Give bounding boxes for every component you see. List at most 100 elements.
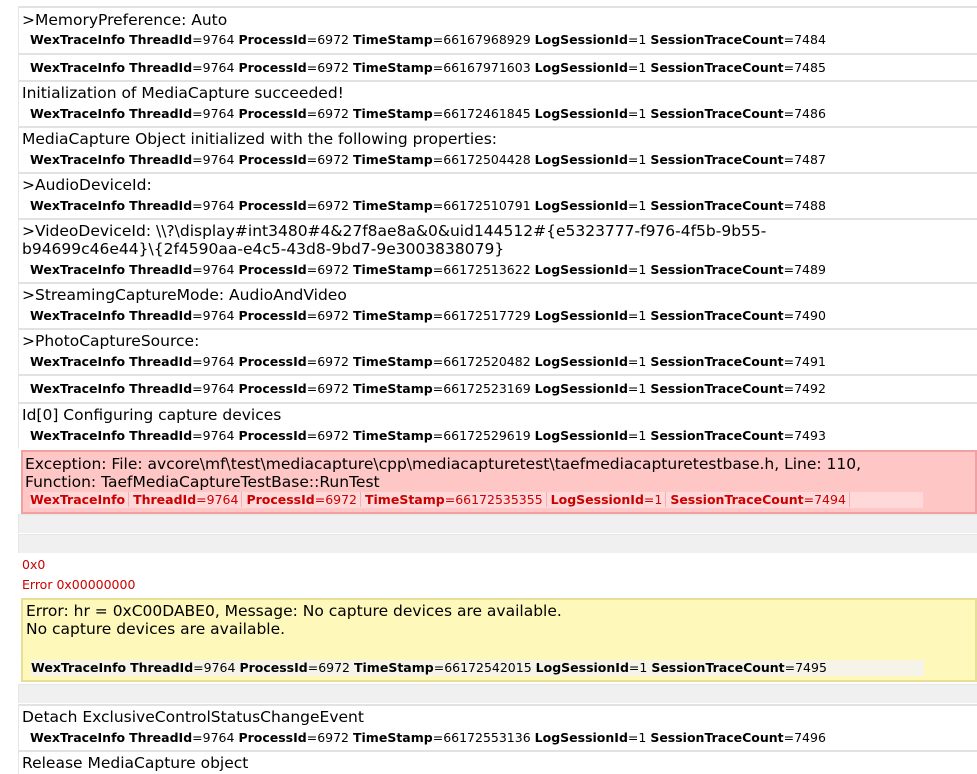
logsessionid-value: 1 [638,354,647,369]
logsessionid-value: 1 [638,308,647,323]
trace-label: WexTraceInfo [30,262,126,277]
timestamp-value: 66172542015 [444,660,532,675]
field-timestamp: TimeStamp [353,32,433,47]
log-message: >PhotoCaptureSource: [22,332,200,350]
log-entry: >MemoryPreference: Auto WexTraceInfo Thr… [18,6,977,53]
field-sessiontracecount: SessionTraceCount [650,152,784,167]
field-processid: ProcessId [238,262,307,277]
exception-entry: Exception: File: avcore\mf\test\mediacap… [21,450,977,514]
trace-label: WexTraceInfo [30,492,126,507]
log-message: Release MediaCapture object [22,754,249,772]
field-timestamp: TimeStamp [353,308,433,323]
trace-info: WexTraceInfo ThreadId=9764 ProcessId=697… [30,428,826,443]
field-logsessionid: LogSessionId [534,60,628,75]
field-logsessionid: LogSessionId [535,660,629,675]
processid-value: 6972 [317,354,350,369]
field-sessiontracecount: SessionTraceCount [650,262,784,277]
field-processid: ProcessId [238,152,307,167]
trace-label: WexTraceInfo [30,354,126,369]
field-logsessionid: LogSessionId [550,492,644,507]
sessiontracecount-value: 7490 [794,308,826,323]
threadid-value: 9764 [203,660,236,675]
field-logsessionid: LogSessionId [534,32,628,47]
trace-info: WexTraceInfo ThreadId=9764 ProcessId=697… [30,354,826,369]
field-timestamp: TimeStamp [353,106,433,121]
field-timestamp: TimeStamp [354,660,434,675]
field-timestamp: TimeStamp [365,492,445,507]
sessiontracecount-value: 7493 [794,428,826,443]
log-message: MediaCapture Object initialized with the… [22,130,497,148]
field-sessiontracecount: SessionTraceCount [650,308,784,323]
log-entry: WexTraceInfo ThreadId=9764 ProcessId=697… [18,53,977,83]
field-threadid: ThreadId [129,262,193,277]
sessiontracecount-value: 7492 [794,381,826,396]
field-processid: ProcessId [238,428,307,443]
logsessionid-value: 1 [638,60,647,75]
field-sessiontracecount: SessionTraceCount [650,730,784,745]
error-message: Error: hr = 0xC00DABE0, Message: No capt… [26,602,562,638]
field-logsessionid: LogSessionId [534,428,628,443]
logsessionid-value: 1 [638,381,647,396]
log-entry: Initialization of MediaCapture succeeded… [18,80,977,126]
logsessionid-value: 1 [639,660,648,675]
trace-info: WexTraceInfo ThreadId=9764 ProcessId=697… [30,492,923,508]
sessiontracecount-value: 7485 [794,60,826,75]
processid-value: 6972 [317,198,350,213]
blank-row [18,514,977,533]
field-sessiontracecount: SessionTraceCount [670,492,804,507]
return-value-line: 0x0 [22,557,46,572]
field-threadid: ThreadId [129,354,193,369]
trace-info: WexTraceInfo ThreadId=9764 ProcessId=697… [30,730,826,745]
field-timestamp: TimeStamp [353,730,433,745]
field-timestamp: TimeStamp [353,262,433,277]
log-entry: Detach ExclusiveControlStatusChangeEvent… [18,704,977,750]
trace-label: WexTraceInfo [31,660,127,675]
threadid-value: 9764 [202,262,235,277]
trace-info: WexTraceInfo ThreadId=9764 ProcessId=697… [30,262,826,277]
exception-message: Exception: File: avcore\mf\test\mediacap… [25,455,862,491]
error-entry: Error: hr = 0xC00DABE0, Message: No capt… [21,598,977,682]
timestamp-value: 66172553136 [443,730,531,745]
field-processid: ProcessId [238,198,307,213]
field-timestamp: TimeStamp [353,152,433,167]
log-message: Detach ExclusiveControlStatusChangeEvent [22,708,364,726]
field-logsessionid: LogSessionId [534,152,628,167]
field-processid: ProcessId [238,32,307,47]
field-timestamp: TimeStamp [353,60,433,75]
timestamp-value: 66172535355 [455,492,543,507]
threadid-value: 9764 [202,354,235,369]
threadid-value: 9764 [202,428,235,443]
field-processid: ProcessId [246,492,315,507]
trace-label: WexTraceInfo [30,32,126,47]
sessiontracecount-value: 7487 [794,152,826,167]
field-logsessionid: LogSessionId [534,198,628,213]
threadid-value: 9764 [202,60,235,75]
processid-value: 6972 [317,308,350,323]
field-sessiontracecount: SessionTraceCount [650,60,784,75]
field-threadid: ThreadId [129,428,193,443]
timestamp-value: 66172529619 [443,428,531,443]
logsessionid-value: 1 [638,152,647,167]
log-entry: >VideoDeviceId: \\?\display#int3480#4&27… [18,218,977,282]
processid-value: 6972 [318,660,351,675]
blank-row [18,684,977,703]
processid-value: 6972 [317,152,350,167]
trace-info: WexTraceInfo ThreadId=9764 ProcessId=697… [30,32,826,47]
field-threadid: ThreadId [129,308,193,323]
field-processid: ProcessId [238,381,307,396]
sessiontracecount-value: 7484 [794,32,826,47]
field-timestamp: TimeStamp [353,198,433,213]
log-entry: >AudioDeviceId: WexTraceInfo ThreadId=97… [18,172,977,218]
log-message: Initialization of MediaCapture succeeded… [22,84,344,102]
timestamp-value: 66172513622 [443,262,531,277]
log-entry: MediaCapture Object initialized with the… [18,126,977,172]
log-entry: Id[0] Configuring capture devices WexTra… [18,402,977,448]
field-threadid: ThreadId [129,381,193,396]
field-threadid: ThreadId [129,198,193,213]
logsessionid-value: 1 [638,730,647,745]
field-threadid: ThreadId [129,152,193,167]
field-processid: ProcessId [238,60,307,75]
trace-info: WexTraceInfo ThreadId=9764 ProcessId=697… [30,381,826,396]
field-threadid: ThreadId [129,32,193,47]
log-message: >StreamingCaptureMode: AudioAndVideo [22,286,347,304]
